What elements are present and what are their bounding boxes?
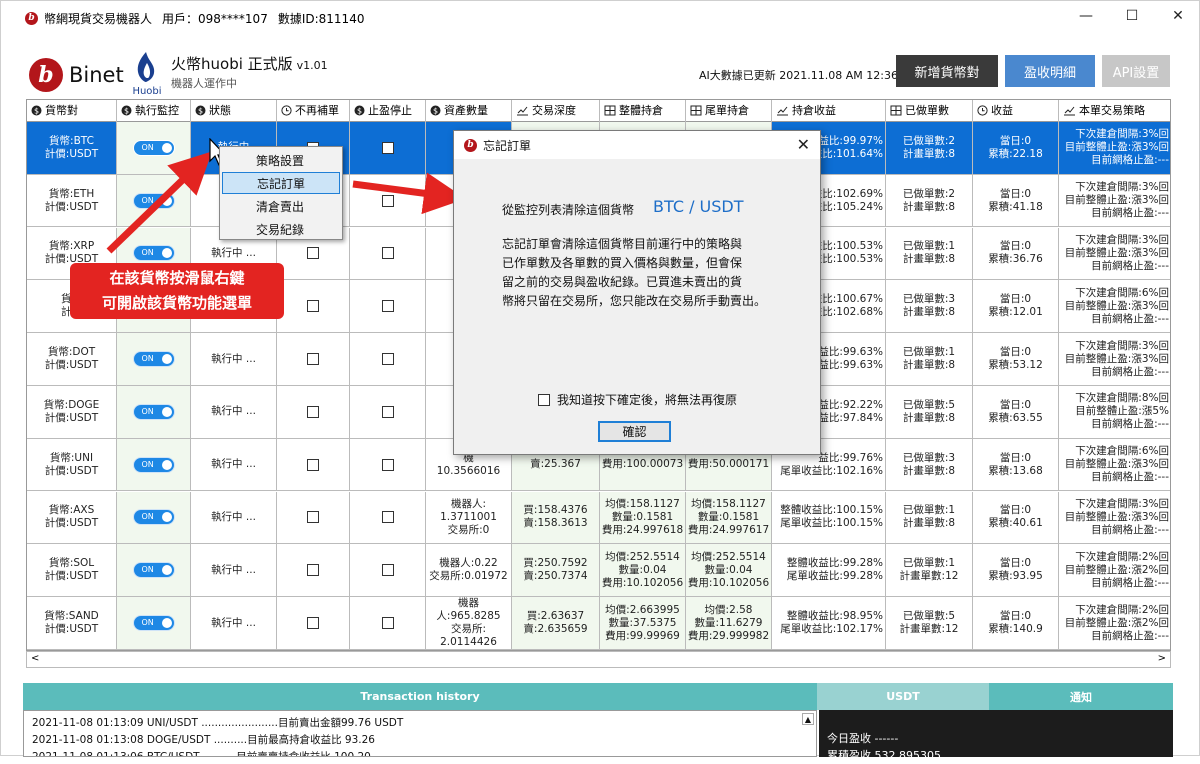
dialog-confirm-checkbox-row[interactable]: 我知道按下確定後，將無法再復原 (538, 391, 737, 408)
dialog-title-bar: b 忘記訂單 ✕ (454, 131, 820, 159)
confirm-checkbox[interactable] (538, 393, 550, 406)
menu-item-forget-order[interactable]: 忘記訂單 (222, 172, 340, 194)
forget-order-dialog: b 忘記訂單 ✕ 從監控列表清除這個貨幣 BTC / USDT 忘記訂單會清除這… (453, 130, 821, 455)
menu-item-strategy[interactable]: 策略設置 (222, 149, 340, 171)
dialog-pair: BTC / USDT (653, 197, 744, 216)
confirm-button[interactable]: 確認 (598, 421, 671, 442)
arrow-to-dialog (352, 172, 466, 215)
dialog-close-button[interactable]: ✕ (797, 135, 810, 154)
menu-item-trade-records[interactable]: 交易紀錄 (222, 218, 340, 240)
callout-line2: 可開啟該貨幣功能選單 (101, 294, 252, 312)
dialog-app-icon: b (464, 138, 477, 152)
arrow-to-btc-row (106, 151, 213, 254)
app-window: b 幣網現貨交易機器人 用戶：098****107 數據ID:811140 — … (0, 0, 1200, 762)
dialog-title: 忘記訂單 (483, 138, 532, 153)
callout-line1: 在該貨幣按滑鼠右鍵 (109, 269, 245, 287)
context-menu: 策略設置 忘記訂單 清倉賣出 交易紀錄 (219, 146, 343, 240)
help-callout: 在該貨幣按滑鼠右鍵 可開啟該貨幣功能選單 (70, 263, 284, 319)
dialog-prompt: 從監控列表清除這個貨幣 (502, 203, 635, 217)
confirm-checkbox-label: 我知道按下確定後，將無法再復原 (557, 393, 738, 407)
menu-item-liquidate[interactable]: 清倉賣出 (222, 195, 340, 217)
dialog-body: 忘記訂單會清除這個貨幣目前運行中的策略與 已作單數及各單數的買入價格與數量，但會… (502, 237, 767, 308)
